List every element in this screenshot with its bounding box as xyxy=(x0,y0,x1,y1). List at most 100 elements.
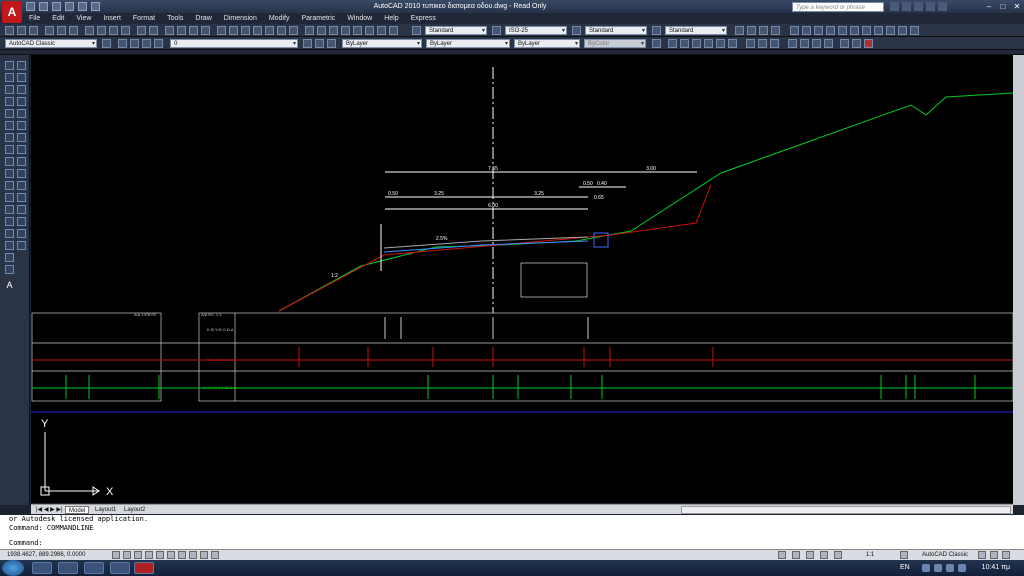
lineweight-select[interactable]: ByLayer xyxy=(514,39,580,49)
dimension-diameter-icon[interactable] xyxy=(850,26,859,35)
polygon-icon[interactable] xyxy=(704,39,713,48)
menu-modify[interactable]: Modify xyxy=(269,15,290,22)
scale-icon[interactable] xyxy=(17,145,26,154)
arc-icon[interactable] xyxy=(5,121,14,130)
rotate-icon[interactable] xyxy=(17,133,26,142)
layer-previous-icon[interactable] xyxy=(315,39,324,48)
quick-view-layouts-button[interactable] xyxy=(792,551,800,559)
xline-icon[interactable] xyxy=(5,73,14,82)
qnew-icon[interactable] xyxy=(5,26,14,35)
favorites-icon[interactable] xyxy=(926,2,935,11)
hatch-icon[interactable] xyxy=(5,229,14,238)
polar-tracking-button[interactable] xyxy=(145,551,153,559)
zoom-window-icon[interactable] xyxy=(189,26,198,35)
sheet-set-icon[interactable] xyxy=(253,26,262,35)
dimension-space-icon[interactable] xyxy=(898,26,907,35)
object-snap-tracking-button[interactable] xyxy=(167,551,175,559)
make-block-icon[interactable] xyxy=(824,39,833,48)
tab-model[interactable]: Model xyxy=(65,506,90,514)
revcloud-icon[interactable] xyxy=(758,39,767,48)
mtext-icon[interactable] xyxy=(864,39,873,48)
horizontal-scrollbar[interactable] xyxy=(681,506,1011,514)
menu-edit[interactable]: Edit xyxy=(52,15,64,22)
menu-dimension[interactable]: Dimension xyxy=(224,15,257,22)
open-icon[interactable] xyxy=(39,2,48,11)
menu-help[interactable]: Help xyxy=(384,15,398,22)
make-block-icon[interactable] xyxy=(5,205,14,214)
express-icon[interactable] xyxy=(771,26,780,35)
clock[interactable]: 10:41 πμ xyxy=(982,562,1010,574)
extend-icon[interactable] xyxy=(17,181,26,190)
revcloud-icon[interactable] xyxy=(5,145,14,154)
table-style-select[interactable]: Standard xyxy=(585,26,647,36)
search-icon[interactable] xyxy=(890,2,899,11)
help-icon[interactable] xyxy=(289,26,298,35)
language-indicator[interactable]: EN xyxy=(900,562,910,574)
sun-icon[interactable] xyxy=(142,39,151,48)
copy-icon[interactable] xyxy=(17,73,26,82)
multiline-text-icon[interactable] xyxy=(389,26,398,35)
start-button[interactable] xyxy=(2,560,24,576)
ellipse-arc-icon[interactable] xyxy=(5,181,14,190)
tab-layout1[interactable]: Layout1 xyxy=(92,506,119,514)
publish-icon[interactable] xyxy=(69,26,78,35)
multileader-style-icon[interactable] xyxy=(652,26,661,35)
browser-icon[interactable] xyxy=(84,562,104,574)
dimension-ordinate-icon[interactable] xyxy=(826,26,835,35)
hatch-icon[interactable] xyxy=(341,26,350,35)
layer-manager-icon[interactable] xyxy=(305,26,314,35)
text-icon[interactable] xyxy=(759,26,768,35)
line-icon[interactable] xyxy=(668,39,677,48)
explode-icon[interactable] xyxy=(17,241,26,250)
subscription-icon[interactable] xyxy=(902,2,911,11)
quickcalc-icon[interactable] xyxy=(277,26,286,35)
circle-icon[interactable] xyxy=(746,39,755,48)
line-icon[interactable] xyxy=(5,61,14,70)
offset-icon[interactable] xyxy=(17,97,26,106)
erase-icon[interactable] xyxy=(17,61,26,70)
rectangle-icon[interactable] xyxy=(5,109,14,118)
table-icon[interactable] xyxy=(5,265,14,274)
ellipse-arc-icon[interactable] xyxy=(800,39,809,48)
modify-icon[interactable] xyxy=(735,26,744,35)
spline-icon[interactable] xyxy=(770,39,779,48)
hatch-draw-icon[interactable] xyxy=(852,39,861,48)
layer-properties-icon[interactable] xyxy=(118,39,127,48)
search-input[interactable]: Type a keyword or phrase xyxy=(792,2,884,12)
xline-icon[interactable] xyxy=(680,39,689,48)
erase-icon[interactable] xyxy=(652,39,661,48)
linetype-select[interactable]: ByLayer xyxy=(426,39,510,49)
spline-icon[interactable] xyxy=(5,157,14,166)
open-icon[interactable] xyxy=(17,26,26,35)
region-icon[interactable] xyxy=(365,26,374,35)
mtext-icon[interactable]: A xyxy=(5,281,14,290)
autocad-taskbar-icon[interactable] xyxy=(134,562,154,574)
workspace-select[interactable]: AutoCAD Classic xyxy=(5,39,97,49)
grid-display-button[interactable] xyxy=(123,551,131,559)
layer-select[interactable]: 0 xyxy=(170,39,298,49)
markup-icon[interactable] xyxy=(265,26,274,35)
new-icon[interactable] xyxy=(26,2,35,11)
dim-style-icon[interactable] xyxy=(492,26,501,35)
workspace-switch[interactable]: AutoCAD Classic xyxy=(922,551,968,560)
insert-icon[interactable] xyxy=(329,26,338,35)
media-player-icon[interactable] xyxy=(58,562,78,574)
app-icon[interactable] xyxy=(110,562,130,574)
menu-format[interactable]: Format xyxy=(133,15,155,22)
tool-palettes-icon[interactable] xyxy=(241,26,250,35)
menu-parametric[interactable]: Parametric xyxy=(301,15,335,22)
dimension-continue-icon[interactable] xyxy=(886,26,895,35)
redo-icon[interactable] xyxy=(149,26,158,35)
zoom-realtime-icon[interactable] xyxy=(177,26,186,35)
dimension-angular-icon[interactable] xyxy=(862,26,871,35)
point-icon[interactable] xyxy=(840,39,849,48)
multileader-style-select[interactable]: Standard xyxy=(665,26,727,36)
dimension-radius-icon[interactable] xyxy=(838,26,847,35)
layer-states-icon[interactable] xyxy=(327,39,336,48)
dimension-arc-icon[interactable] xyxy=(814,26,823,35)
zoom-previous-icon[interactable] xyxy=(201,26,210,35)
autocad-logo[interactable]: A xyxy=(2,1,22,23)
copy-icon[interactable] xyxy=(97,26,106,35)
drawing-canvas[interactable]: 7.65 3.00 3.25 3.25 0.50 6.00 0.50 0.40 … xyxy=(31,55,1013,503)
color-select[interactable]: ByLayer xyxy=(342,39,422,49)
